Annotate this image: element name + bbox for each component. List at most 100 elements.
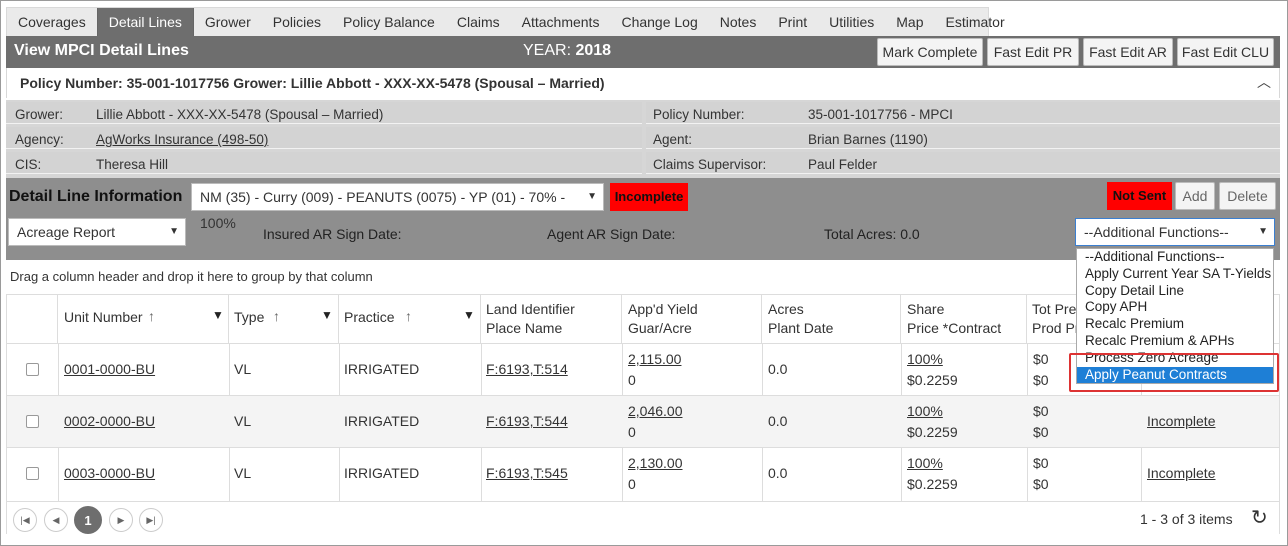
land-identifier-link[interactable]: F:6193,T:544 — [486, 413, 568, 429]
detail-line-title: Detail Line Information — [9, 188, 183, 205]
row-checkbox[interactable] — [26, 415, 39, 428]
row-checkbox[interactable] — [26, 363, 39, 376]
header-type[interactable]: Type ↑ ▼ — [229, 295, 339, 343]
tab-notes[interactable]: Notes — [709, 8, 768, 36]
type-cell: VL — [234, 465, 252, 481]
prev-page-icon[interactable]: ◀ — [44, 508, 68, 532]
tab-detail-lines[interactable]: Detail Lines — [96, 8, 194, 36]
filter-icon[interactable]: ▼ — [321, 308, 333, 322]
tot-prem-cell: $0 — [1033, 351, 1049, 367]
type-cell: VL — [234, 413, 252, 429]
header-unit-number-label: Unit Number — [64, 309, 143, 325]
price-cell: $0.2259 — [907, 372, 958, 388]
menu-item-recalc-premium-aphs[interactable]: Recalc Premium & APHs — [1077, 333, 1273, 350]
share-link[interactable]: 100% — [907, 455, 943, 471]
unit-number-link[interactable]: 0003-0000-BU — [64, 465, 155, 481]
header-type-label: Type — [234, 309, 265, 325]
grower-value: Lillie Abbott - XXX-XX-5478 (Spousal – M… — [96, 107, 384, 122]
header-land-identifier[interactable]: Land Identifier Place Name — [481, 295, 622, 343]
next-page-icon[interactable]: ▶ — [109, 508, 133, 532]
header-practice-label: Practice — [344, 309, 395, 325]
header-practice[interactable]: Practice ↑ ▼ — [339, 295, 481, 343]
policy-number-value: 35-001-1017756 - MPCI — [808, 107, 953, 122]
agency-label: Agency: — [15, 132, 64, 147]
claims-supervisor-value: Paul Felder — [808, 157, 878, 172]
tab-policy-balance[interactable]: Policy Balance — [332, 8, 446, 36]
status-link[interactable]: Incomplete — [1147, 465, 1215, 481]
header-appd-yield[interactable]: App'd Yield Guar/Acre — [622, 295, 762, 343]
practice-cell: IRRIGATED — [344, 361, 420, 377]
land-identifier-link[interactable]: F:6193,T:545 — [486, 465, 568, 481]
sort-arrow-icon: ↑ — [405, 308, 412, 324]
tab-estimator[interactable]: Estimator — [934, 8, 1015, 36]
page-title: View MPCI Detail Lines — [14, 42, 189, 59]
sent-status-badge: Not Sent — [1107, 182, 1172, 210]
filter-icon[interactable]: ▼ — [463, 308, 475, 322]
guar-acre-cell: 0 — [628, 372, 636, 388]
table-row[interactable]: 0003-0000-BU VL IRRIGATED F:6193,T:545 2… — [7, 447, 1279, 501]
header-share[interactable]: Share Price *Contract — [901, 295, 1027, 343]
tab-print[interactable]: Print — [767, 8, 818, 36]
guar-acre-cell: 0 — [628, 424, 636, 440]
unit-number-link[interactable]: 0001-0000-BU — [64, 361, 155, 377]
prod-pr-cell: $0 — [1033, 372, 1049, 388]
header-unit-number[interactable]: Unit Number ↑ ▼ — [58, 295, 229, 343]
tab-attachments[interactable]: Attachments — [511, 8, 611, 36]
additional-functions-select[interactable]: --Additional Functions-- ▼ — [1075, 218, 1275, 246]
agency-link[interactable]: AgWorks Insurance (498-50) — [96, 132, 268, 147]
insured-ar-sign-date-label: Insured AR Sign Date: — [263, 226, 402, 242]
appd-yield-link[interactable]: 2,046.00 — [628, 403, 683, 419]
status-link[interactable]: Incomplete — [1147, 413, 1215, 429]
claims-supervisor-label: Claims Supervisor: — [653, 157, 767, 172]
tab-claims[interactable]: Claims — [446, 8, 511, 36]
menu-item-recalc-premium[interactable]: Recalc Premium — [1077, 316, 1273, 333]
unit-number-link[interactable]: 0002-0000-BU — [64, 413, 155, 429]
chevron-up-icon[interactable]: ︿ — [1257, 72, 1271, 92]
price-cell: $0.2259 — [907, 424, 958, 440]
share-link[interactable]: 100% — [907, 351, 943, 367]
land-identifier-link[interactable]: F:6193,T:514 — [486, 361, 568, 377]
appd-yield-link[interactable]: 2,115.00 — [628, 351, 681, 367]
add-button[interactable]: Add — [1175, 182, 1215, 210]
menu-item-copy-detail-line[interactable]: Copy Detail Line — [1077, 283, 1273, 300]
tab-policies[interactable]: Policies — [262, 8, 332, 36]
year-display: YEAR: 2018 — [523, 42, 611, 60]
policy-header[interactable]: Policy Number: 35-001-1017756 Grower: Li… — [6, 68, 1280, 98]
tot-prem-cell: $0 — [1033, 403, 1049, 419]
header-appd-yield-label: App'd Yield — [628, 301, 698, 317]
fast-edit-pr-button[interactable]: Fast Edit PR — [987, 38, 1079, 66]
detail-line-select[interactable]: NM (35) - Curry (009) - PEANUTS (0075) -… — [191, 183, 604, 231]
header-acres[interactable]: Acres Plant Date — [762, 295, 901, 343]
filter-icon[interactable]: ▼ — [212, 308, 224, 322]
tab-utilities[interactable]: Utilities — [818, 8, 885, 36]
menu-item-copy-aph[interactable]: Copy APH — [1077, 299, 1273, 316]
total-acres-label: Total Acres: 0.0 — [824, 226, 920, 242]
row-checkbox[interactable] — [26, 467, 39, 480]
share-link[interactable]: 100% — [907, 403, 943, 419]
report-type-select[interactable]: Acreage Report ▼ — [8, 218, 186, 246]
appd-yield-link[interactable]: 2,130.00 — [628, 455, 683, 471]
tab-coverages[interactable]: Coverages — [7, 8, 97, 36]
menu-item-apply-sa-t-yields[interactable]: Apply Current Year SA T-Yields — [1077, 266, 1273, 283]
last-page-icon[interactable]: ▶| — [139, 508, 163, 532]
delete-button[interactable]: Delete — [1219, 182, 1276, 210]
first-page-icon[interactable]: |◀ — [13, 508, 37, 532]
fast-edit-clu-button[interactable]: Fast Edit CLU — [1177, 38, 1274, 66]
tab-map[interactable]: Map — [885, 8, 934, 36]
acres-cell: 0.0 — [768, 413, 788, 429]
tab-change-log[interactable]: Change Log — [610, 8, 708, 36]
mark-complete-button[interactable]: Mark Complete — [877, 38, 983, 66]
page-number-button[interactable]: 1 — [74, 506, 102, 534]
chevron-down-icon: ▼ — [169, 226, 179, 237]
tab-grower[interactable]: Grower — [194, 8, 262, 36]
practice-cell: IRRIGATED — [344, 465, 420, 481]
refresh-icon[interactable]: ↻ — [1251, 505, 1268, 530]
claims-supervisor-row: Claims Supervisor: Paul Felder — [646, 152, 1280, 174]
fast-edit-ar-button[interactable]: Fast Edit AR — [1083, 38, 1173, 66]
header-select — [7, 295, 58, 343]
prod-pr-cell: $0 — [1033, 476, 1049, 492]
detail-line-toolbar: Detail Line Information NM (35) - Curry … — [6, 178, 1280, 255]
table-row[interactable]: 0002-0000-BU VL IRRIGATED F:6193,T:544 2… — [7, 395, 1279, 447]
prod-pr-cell: $0 — [1033, 424, 1049, 440]
menu-item-additional-functions[interactable]: --Additional Functions-- — [1077, 249, 1273, 266]
